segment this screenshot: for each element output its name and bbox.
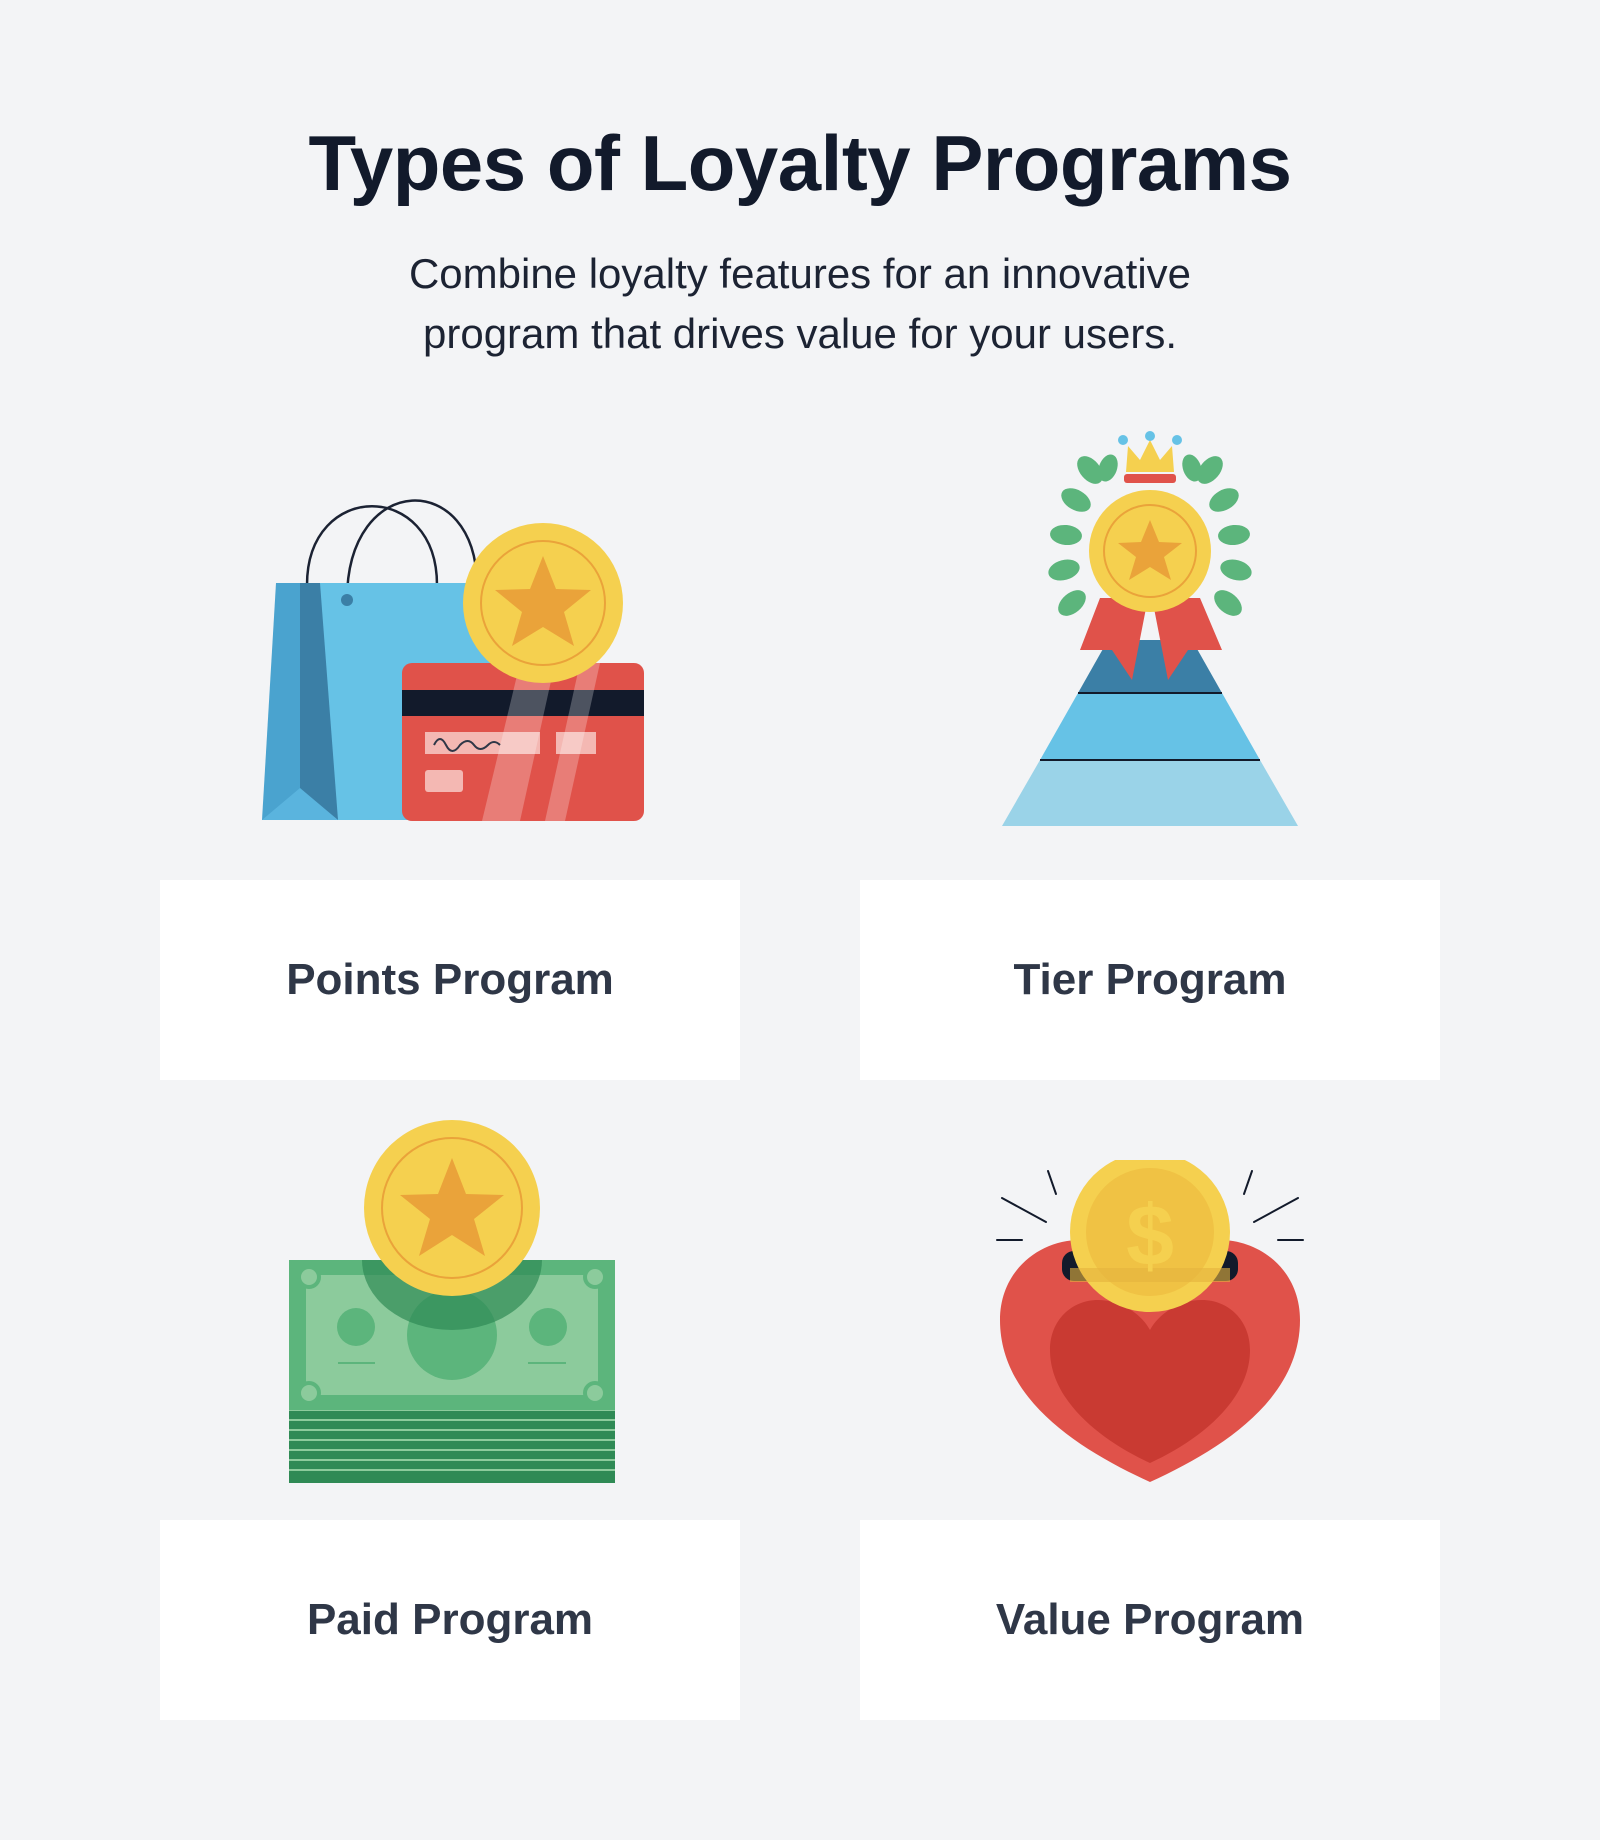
subtitle-line-2: program that drives value for your users…	[423, 310, 1177, 357]
paid-program-card: Paid Program	[160, 1520, 740, 1720]
heart-piggy-bank-coin-icon: $	[996, 1160, 1304, 1482]
value-program-label: Value Program	[995, 1595, 1305, 1644]
shopping-bag-card-coin-icon	[262, 499, 644, 821]
tier-program-card: Tier Program	[860, 880, 1440, 1080]
subtitle-line-1: Combine loyalty features for an innovati…	[408, 250, 1192, 297]
paid-program-label: Paid Program	[306, 1595, 594, 1644]
page-subtitle: Combine loyalty features for an innovati…	[0, 244, 1600, 364]
value-program-card: Value Program	[860, 1520, 1440, 1720]
page-title: Types of Loyalty Programs	[308, 119, 1293, 207]
cash-stack-coin-icon	[289, 1120, 615, 1483]
svg-text:$: $	[1126, 1188, 1174, 1284]
points-program-label: Points Program	[286, 955, 614, 1004]
pyramid-medal-laurel-icon	[1002, 431, 1298, 826]
tier-program-label: Tier Program	[1013, 955, 1287, 1004]
points-program-card: Points Program	[160, 880, 740, 1080]
